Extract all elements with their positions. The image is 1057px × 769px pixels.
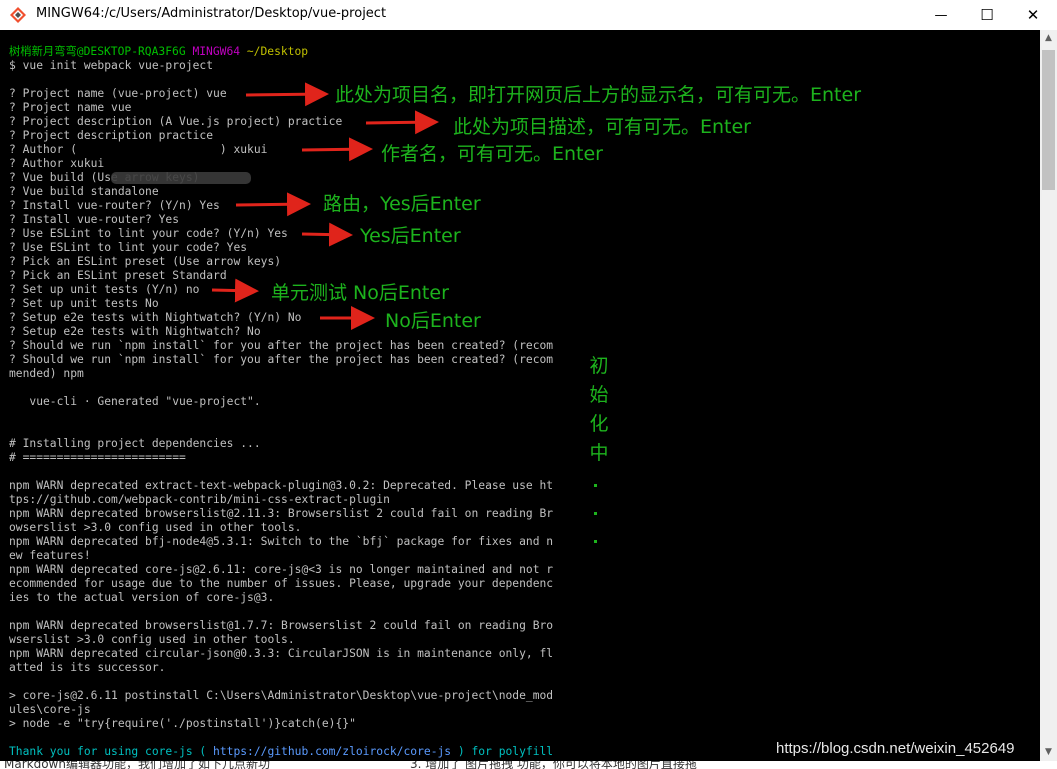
git-bash-icon — [10, 7, 26, 23]
background-text-right: 3. 增加了 图片拖拽 功能，你可以将本地的图片直接拖 — [410, 761, 697, 769]
annotation-project-description: 此处为项目描述，可有可无。Enter — [453, 116, 751, 138]
prompt-line: 树梢新月弯弯@DESKTOP-RQA3F6G MINGW64 ~/Desktop — [9, 45, 308, 59]
terminal-line: ecommended for usage due to the number o… — [9, 577, 554, 590]
thanks-line: Thank you for using core-js ( https://gi… — [9, 745, 553, 759]
terminal-line: npm WARN deprecated browserslist@1.7.7: … — [9, 619, 554, 632]
terminal-line: ? Project description (A Vue.js project)… — [9, 115, 343, 128]
terminal-line: npm WARN deprecated extract-text-webpack… — [9, 479, 554, 492]
progress-dot — [594, 512, 597, 515]
progress-dot — [594, 484, 597, 487]
terminal-line: ? Set up unit tests (Y/n) no — [9, 283, 200, 296]
terminal-line: ? Install vue-router? Yes — [9, 213, 180, 226]
annotation-router: 路由，Yes后Enter — [323, 193, 481, 215]
terminal-line: ? Install vue-router? (Y/n) Yes — [9, 199, 220, 212]
watermark: https://blog.csdn.net/weixin_452649 — [776, 740, 1015, 757]
terminal-line: npm WARN deprecated bfj-node4@5.3.1: Swi… — [9, 535, 554, 548]
terminal-line: ? Use ESLint to lint your code? (Y/n) Ye… — [9, 227, 288, 240]
background-page-strip: Markdown编辑器功能，我们增加了如下几点新功 3. 增加了 图片拖拽 功能… — [0, 761, 1057, 769]
terminal-line: ? Pick an ESLint preset Standard — [9, 269, 227, 282]
background-text-left: Markdown编辑器功能，我们增加了如下几点新功 — [4, 761, 270, 769]
terminal-line: > core-js@2.6.11 postinstall C:\Users\Ad… — [9, 689, 554, 702]
scroll-thumb[interactable] — [1042, 50, 1055, 190]
terminal-line: owserslist >3.0 config used in other too… — [9, 521, 302, 534]
terminal-line: npm WARN deprecated circular-json@0.3.3:… — [9, 647, 554, 660]
terminal-line: ? Project name (vue-project) vue — [9, 87, 227, 100]
terminal-line: atted is its successor. — [9, 661, 166, 674]
terminal-line: ? Pick an ESLint preset (Use arrow keys) — [9, 255, 282, 268]
terminal-line: ? Setup e2e tests with Nightwatch? (Y/n)… — [9, 311, 302, 324]
prompt-host: @DESKTOP-RQA3F6G — [76, 45, 186, 58]
terminal-line: ? Should we run `npm install` for you af… — [9, 339, 554, 352]
terminal-line: ew features! — [9, 549, 91, 562]
annotation-author: 作者名，可有可无。Enter — [381, 143, 603, 165]
terminal-line: tps://github.com/webpack-contrib/mini-cs… — [9, 493, 390, 506]
maximize-button[interactable]: ☐ — [964, 0, 1010, 30]
terminal-line: # ======================== — [9, 451, 186, 464]
terminal-line: ? Project description practice — [9, 129, 214, 142]
terminal-line: wserslist >3.0 config used in other tool… — [9, 633, 295, 646]
prompt-shell: MINGW64 — [192, 45, 241, 58]
thanks-prefix: Thank you for using core-js ( — [9, 745, 214, 758]
terminal-line: npm WARN deprecated core-js@2.6.11: core… — [9, 563, 554, 576]
terminal-line: ? Author ( ) xukui — [9, 143, 268, 156]
close-button[interactable]: ✕ — [1010, 0, 1056, 30]
terminal-line: ? Author xukui — [9, 157, 105, 170]
annotation-project-name: 此处为项目名，即打开网页后上方的显示名，可有可无。Enter — [335, 84, 861, 106]
thanks-suffix: ) for polyfill — [451, 745, 554, 758]
title-bar: MINGW64:/c/Users/Administrator/Desktop/v… — [0, 0, 1057, 30]
terminal-line: ? Setup e2e tests with Nightwatch? No — [9, 325, 261, 338]
scrollbar[interactable]: ▲ ▼ — [1040, 30, 1057, 761]
annotation-eslint: Yes后Enter — [360, 225, 461, 247]
redacted-author — [111, 172, 251, 184]
terminal-line: > node -e "try{require('./postinstall')}… — [9, 717, 356, 730]
terminal-line: npm WARN deprecated browserslist@2.11.3:… — [9, 507, 554, 520]
scroll-down-icon[interactable]: ▼ — [1040, 744, 1057, 761]
prompt-path: ~/Desktop — [246, 45, 309, 58]
terminal-line: ? Vue build standalone — [9, 185, 159, 198]
window-title: MINGW64:/c/Users/Administrator/Desktop/v… — [36, 6, 387, 21]
terminal-line: ules\core-js — [9, 703, 91, 716]
annotation-e2e: No后Enter — [385, 310, 481, 332]
terminal-line: # Installing project dependencies ... — [9, 437, 261, 450]
scroll-up-icon[interactable]: ▲ — [1040, 30, 1057, 47]
annotation-initializing: 初 始 化 中 — [589, 355, 609, 464]
prompt-user: 树梢新月弯弯 — [9, 45, 77, 58]
terminal-line: mended) npm — [9, 367, 84, 380]
terminal-line: ies to the actual version of core-js@3. — [9, 591, 275, 604]
terminal-line: ? Project name vue — [9, 101, 132, 114]
progress-dot — [594, 540, 597, 543]
thanks-url[interactable]: https://github.com/zloirock/core-js — [213, 745, 451, 758]
terminal-line: ? Set up unit tests No — [9, 297, 159, 310]
terminal-line: $ vue init webpack vue-project — [9, 59, 214, 72]
terminal-line: ? Should we run `npm install` for you af… — [9, 353, 554, 366]
terminal-line: ? Use ESLint to lint your code? Yes — [9, 241, 248, 254]
minimize-button[interactable]: — — [918, 0, 964, 30]
annotation-unit-tests: 单元测试 No后Enter — [271, 282, 449, 304]
terminal-line: vue-cli · Generated "vue-project". — [9, 395, 261, 408]
